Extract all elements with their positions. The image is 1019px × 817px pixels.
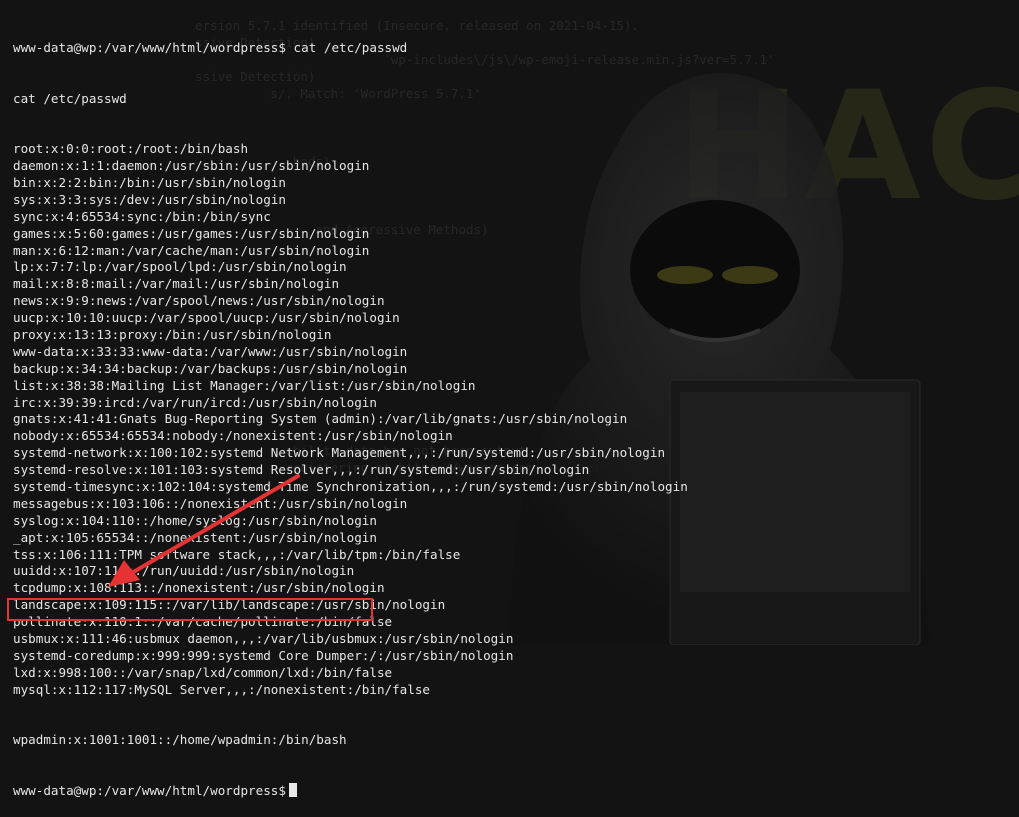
final-prompt-line[interactable]: www-data@wp:/var/www/html/wordpress$ [13,783,1013,800]
passwd-entry-line: nobody:x:65534:65534:nobody:/nonexistent… [13,428,453,444]
passwd-entry-line: tcpdump:x:108:113::/nonexistent:/usr/sbi… [13,580,385,596]
terminal-output[interactable]: www-data@wp:/var/www/html/wordpress$ cat… [13,6,1013,817]
highlight-box [7,598,373,621]
passwd-entry-line: games:x:5:60:games:/usr/games:/usr/sbin/… [13,225,370,241]
passwd-entry-line: irc:x:39:39:ircd:/var/run/ircd:/usr/sbin… [13,394,377,410]
passwd-entry-line: syslog:x:104:110::/home/syslog:/usr/sbin… [13,512,377,528]
passwd-entry-line: man:x:6:12:man:/var/cache/man:/usr/sbin/… [13,242,370,258]
passwd-entry-line: sys:x:3:3:sys:/dev:/usr/sbin/nologin [13,191,286,207]
passwd-entry-line: root:x:0:0:root:/root:/bin/bash [13,141,249,157]
final-prompt-text: www-data@wp:/var/www/html/wordpress$ [13,783,286,799]
passwd-entry-line: uuidd:x:107:112::/run/uuidd:/usr/sbin/no… [13,563,355,579]
passwd-entry-line: systemd-resolve:x:101:103:systemd Resolv… [13,462,590,478]
passwd-entry-line: usbmux:x:111:46:usbmux daemon,,,:/var/li… [13,631,514,647]
passwd-entry-line: www-data:x:33:33:www-data:/var/www:/usr/… [13,343,408,359]
passwd-entry-line: systemd-timesync:x:102:104:systemd Time … [13,479,688,495]
passwd-entry-line: systemd-network:x:100:102:systemd Networ… [13,445,666,461]
command-echo-line: cat /etc/passwd [13,90,127,106]
passwd-entry-line: tss:x:106:111:TPM software stack,,,:/var… [13,546,461,562]
terminal-cursor [288,783,297,798]
passwd-entry-line: sync:x:4:65534:sync:/bin:/bin/sync [13,208,271,224]
passwd-entry-line: _apt:x:105:65534::/nonexistent:/usr/sbin… [13,529,377,545]
passwd-entry-line: list:x:38:38:Mailing List Manager:/var/l… [13,377,476,393]
passwd-entry-line: daemon:x:1:1:daemon:/usr/sbin:/usr/sbin/… [13,158,370,174]
passwd-entry-line: news:x:9:9:news:/var/spool/news:/usr/sbi… [13,293,385,309]
command-prompt-line: www-data@wp:/var/www/html/wordpress$ cat… [13,39,408,55]
passwd-entry-line: proxy:x:13:13:proxy:/bin:/usr/sbin/nolog… [13,327,332,343]
passwd-entry-line: mail:x:8:8:mail:/var/mail:/usr/sbin/nolo… [13,276,340,292]
passwd-entry-line: messagebus:x:103:106::/nonexistent:/usr/… [13,495,408,511]
passwd-entry-line: systemd-coredump:x:999:999:systemd Core … [13,647,514,663]
passwd-entry-line: mysql:x:112:117:MySQL Server,,,:/nonexis… [13,681,431,697]
passwd-entry-line: uucp:x:10:10:uucp:/var/spool/uucp:/usr/s… [13,310,400,326]
passwd-entry-line: backup:x:34:34:backup:/var/backups:/usr/… [13,360,408,376]
passwd-entry-line: bin:x:2:2:bin:/bin:/usr/sbin/nologin [13,175,286,190]
passwd-entry-line: gnats:x:41:41:Gnats Bug-Reporting System… [13,411,628,427]
highlighted-passwd-entry: wpadmin:x:1001:1001::/home/wpadmin:/bin/… [13,732,347,748]
passwd-entry-line: lp:x:7:7:lp:/var/spool/lpd:/usr/sbin/nol… [13,259,347,275]
passwd-entry-line: lxd:x:998:100::/var/snap/lxd/common/lxd:… [13,664,393,680]
